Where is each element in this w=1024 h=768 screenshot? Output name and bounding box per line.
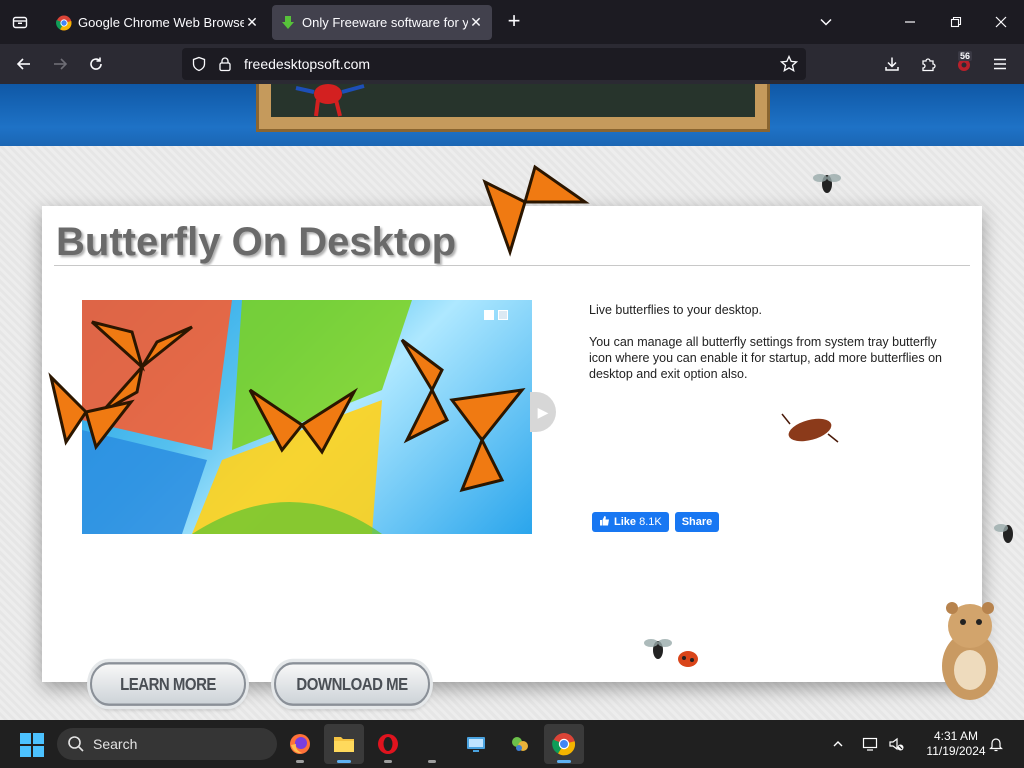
description-tagline: Live butterflies to your desktop. xyxy=(589,303,763,317)
page-title: Butterfly On Desktop xyxy=(56,220,457,264)
site-banner xyxy=(0,84,1024,146)
like-count: 8.1K xyxy=(639,516,662,528)
slider-next-arrow-icon[interactable]: ▶ xyxy=(530,392,556,432)
learn-more-button[interactable]: LEARN MORE xyxy=(90,662,246,706)
back-arrow-icon[interactable] xyxy=(12,52,36,76)
navigation-toolbar: freedesktopsoft.com 56 xyxy=(0,44,1024,84)
ladybug-icon xyxy=(678,651,698,667)
fly-icon xyxy=(644,639,672,659)
windows-taskbar: Search 4:31 AM 11/19/2024 xyxy=(0,720,1024,768)
fly-icon xyxy=(994,524,1013,543)
spiderman-figure-icon xyxy=(295,84,365,117)
downloads-icon[interactable] xyxy=(880,52,904,76)
shield-icon[interactable] xyxy=(191,56,207,77)
minimize-icon[interactable] xyxy=(896,8,924,36)
butterfly-icon xyxy=(482,164,590,257)
facebook-share-button[interactable]: Share xyxy=(674,512,720,532)
notification-bell-icon[interactable] xyxy=(986,734,1006,754)
butterfly-icon xyxy=(248,387,359,455)
screenshot-slider[interactable] xyxy=(82,300,532,534)
product-description: Live butterflies to your desktop. You ca… xyxy=(589,302,963,382)
remote-desktop-taskbar-icon[interactable] xyxy=(456,724,496,764)
windows-start-icon[interactable] xyxy=(19,732,45,758)
list-all-tabs-icon[interactable] xyxy=(8,10,32,34)
slider-dot[interactable] xyxy=(484,310,494,320)
tab-bar: Google Chrome Web Browser ✕ Only Freewar… xyxy=(0,0,1024,44)
web-page: Butterfly On Desktop ▶ Live butterflies … xyxy=(0,84,1024,720)
cockroach-icon xyxy=(781,413,839,443)
facebook-like-button[interactable]: Like 8.1K xyxy=(592,512,669,532)
chevron-up-icon[interactable] xyxy=(828,734,848,754)
facebook-widget: Like 8.1K Share xyxy=(592,512,720,532)
display-icon[interactable] xyxy=(860,734,880,754)
bookmark-star-icon[interactable] xyxy=(779,54,799,78)
tab-title: Google Chrome Web Browser xyxy=(78,15,244,30)
slider-pager xyxy=(484,310,508,320)
search-label: Search xyxy=(93,736,138,752)
lock-icon[interactable] xyxy=(217,56,233,77)
search-icon xyxy=(67,735,85,756)
close-window-icon[interactable] xyxy=(987,8,1015,36)
tab-title: Only Freeware software for you xyxy=(302,15,468,30)
tab-freedesktopsoft[interactable]: Only Freeware software for you ✕ xyxy=(272,5,492,40)
forward-arrow-icon[interactable] xyxy=(48,52,72,76)
description-details: You can manage all butterfly settings fr… xyxy=(589,335,942,381)
taskbar-search-box[interactable]: Search xyxy=(57,728,277,760)
download-me-button[interactable]: DOWNLOAD ME xyxy=(274,662,430,706)
product-card: Butterfly On Desktop ▶ Live butterflies … xyxy=(42,206,982,706)
firefox-taskbar-icon[interactable] xyxy=(280,724,320,764)
close-tab-icon[interactable]: ✕ xyxy=(244,14,260,31)
like-label: Like xyxy=(614,516,637,528)
download-arrow-icon xyxy=(280,15,296,31)
blank-app-taskbar-icon[interactable] xyxy=(412,724,452,764)
chevron-down-icon[interactable] xyxy=(812,8,840,36)
address-bar[interactable]: freedesktopsoft.com xyxy=(182,48,806,80)
slider-dot[interactable] xyxy=(498,310,508,320)
hamster-icon xyxy=(942,602,998,700)
file-explorer-taskbar-icon[interactable] xyxy=(324,724,364,764)
thumbs-up-icon xyxy=(599,515,610,529)
menu-hamburger-icon[interactable] xyxy=(988,52,1012,76)
app-taskbar-icon[interactable] xyxy=(500,724,540,764)
tab-chrome-browser[interactable]: Google Chrome Web Browser ✕ xyxy=(48,5,268,40)
butterfly-icon xyxy=(400,338,526,493)
new-tab-button[interactable]: + xyxy=(502,10,526,34)
fly-icon xyxy=(813,174,841,193)
volume-muted-icon[interactable] xyxy=(886,734,906,754)
opera-taskbar-icon[interactable] xyxy=(368,724,408,764)
title-divider xyxy=(54,265,970,266)
extensions-puzzle-icon[interactable] xyxy=(916,52,940,76)
close-tab-icon[interactable]: ✕ xyxy=(468,14,484,31)
url-text: freedesktopsoft.com xyxy=(244,56,371,72)
butterfly-icon xyxy=(48,372,135,451)
restore-icon[interactable] xyxy=(942,8,970,36)
chrome-icon xyxy=(56,15,72,31)
reload-icon[interactable] xyxy=(84,52,108,76)
extension-badge: 56 xyxy=(958,51,973,61)
chrome-taskbar-icon[interactable] xyxy=(544,724,584,764)
